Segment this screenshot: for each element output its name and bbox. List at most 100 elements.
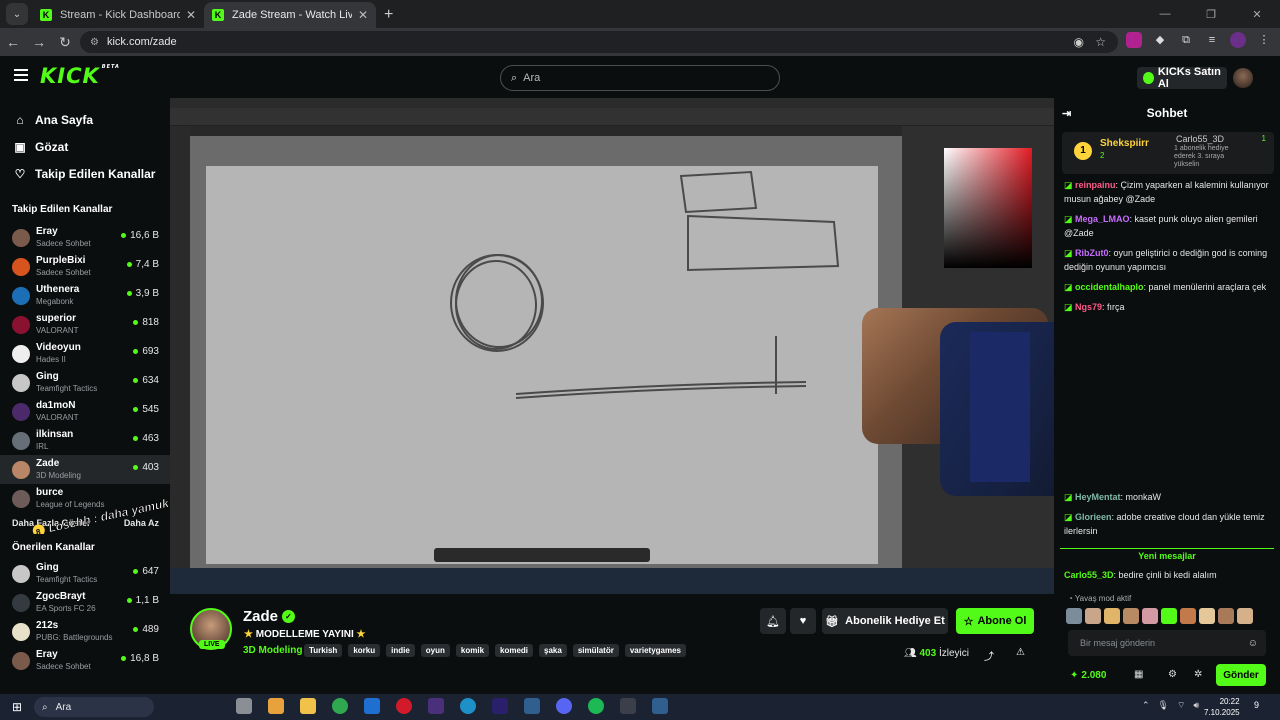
address-bar[interactable]: ⚙ kick.com/zade ◉ ☆ bbox=[80, 31, 1118, 53]
outlook-icon[interactable] bbox=[364, 698, 380, 714]
chat-username[interactable]: Glorieen bbox=[1075, 512, 1112, 522]
emote[interactable] bbox=[1199, 608, 1215, 624]
stream-tag[interactable]: varietygames bbox=[624, 644, 686, 657]
extension-icon[interactable] bbox=[1126, 32, 1142, 48]
browser-tab-dashboard[interactable]: K Stream - Kick Dashboard ✕ bbox=[32, 2, 204, 28]
channel-item[interactable]: Ging Teamfight Tactics 647 bbox=[0, 559, 170, 588]
chrome-icon[interactable] bbox=[332, 698, 348, 714]
emote[interactable] bbox=[1123, 608, 1139, 624]
discord-icon[interactable] bbox=[556, 698, 572, 714]
follow-heart-button[interactable]: ♥ bbox=[790, 608, 816, 634]
chat-username[interactable]: reinpainu bbox=[1075, 180, 1116, 190]
search-input[interactable]: ⌕ Ara bbox=[500, 65, 780, 91]
channel-item[interactable]: superior VALORANT 818 bbox=[0, 310, 170, 339]
menu-icon[interactable] bbox=[14, 69, 28, 81]
emote[interactable] bbox=[1104, 608, 1120, 624]
obs-icon[interactable] bbox=[620, 698, 636, 714]
bookmark-star-icon[interactable]: ☆ bbox=[1095, 35, 1106, 49]
extension-icon[interactable]: ◆ bbox=[1152, 32, 1168, 48]
nav-browse[interactable]: ▣ Gözat bbox=[0, 133, 170, 160]
stream-tag[interactable]: simülatör bbox=[572, 644, 619, 657]
minimize-icon[interactable]: — bbox=[1142, 0, 1188, 28]
chat-username[interactable]: occidentalhaplo bbox=[1075, 282, 1144, 292]
report-icon[interactable]: ⚠ bbox=[1016, 647, 1025, 658]
premiere-icon[interactable] bbox=[492, 698, 508, 714]
emote[interactable] bbox=[1237, 608, 1253, 624]
channel-item[interactable]: Eray Sadece Sohbet 16,6 B bbox=[0, 223, 170, 252]
close-tab-icon[interactable]: ✕ bbox=[358, 8, 368, 22]
reload-icon[interactable]: ↻ bbox=[52, 34, 78, 51]
os-search-box[interactable]: ⌕ Ara bbox=[34, 697, 154, 717]
channel-item[interactable]: da1moN VALORANT 545 bbox=[0, 397, 170, 426]
close-tab-icon[interactable]: ✕ bbox=[186, 8, 196, 22]
user-avatar[interactable] bbox=[1233, 68, 1253, 88]
gift-sub-button[interactable]: 🎁︎ Abonelik Hediye Et bbox=[822, 608, 948, 634]
system-clock[interactable]: 20:22 7.10.2025 bbox=[1204, 696, 1240, 718]
puzzle-icon[interactable]: ⧉ bbox=[1178, 32, 1194, 48]
channel-item[interactable]: Eray Sadece Sohbet 16,8 B bbox=[0, 646, 170, 675]
app-icon[interactable] bbox=[428, 698, 444, 714]
nav-home[interactable]: ⌂ Ana Sayfa bbox=[0, 106, 170, 133]
forward-icon[interactable]: → bbox=[26, 34, 52, 50]
site-info-icon[interactable]: ⚙ bbox=[90, 37, 99, 48]
spotify-icon[interactable] bbox=[588, 698, 604, 714]
emote[interactable] bbox=[1218, 608, 1234, 624]
chat-settings-icon[interactable]: ⚙ bbox=[1168, 669, 1177, 680]
stream-tag[interactable]: korku bbox=[348, 644, 381, 657]
streamer-name[interactable]: Zade ✓ bbox=[243, 608, 296, 625]
close-window-icon[interactable]: ✕ bbox=[1234, 0, 1280, 28]
steam-icon[interactable] bbox=[652, 698, 668, 714]
emote[interactable] bbox=[1161, 608, 1177, 624]
copilot-icon[interactable] bbox=[268, 698, 284, 714]
giveaway-icon[interactable]: ▦ bbox=[1134, 669, 1143, 680]
chat-username[interactable]: Ngs79 bbox=[1075, 302, 1102, 312]
emote[interactable] bbox=[1085, 608, 1101, 624]
maximize-icon[interactable]: ❐ bbox=[1188, 0, 1234, 28]
emote[interactable] bbox=[1180, 608, 1196, 624]
kick-logo[interactable]: KICK BETA bbox=[40, 64, 120, 88]
send-button[interactable]: Gönder bbox=[1216, 664, 1266, 686]
file-explorer-icon[interactable] bbox=[300, 698, 316, 714]
collapse-chat-icon[interactable]: ⇥ bbox=[1062, 107, 1071, 120]
sticker-icon[interactable]: ✲ bbox=[1194, 669, 1202, 680]
notification-bell-button[interactable]: 🔔︎ bbox=[760, 608, 786, 634]
notification-badge[interactable]: 9 bbox=[1254, 700, 1259, 710]
channel-points[interactable]: 2.080 bbox=[1081, 670, 1106, 681]
task-view-icon[interactable] bbox=[236, 698, 252, 714]
stream-tag[interactable]: komik bbox=[455, 644, 490, 657]
opera-icon[interactable] bbox=[396, 698, 412, 714]
tab-search-button[interactable]: ⌄ bbox=[6, 3, 28, 25]
volume-icon[interactable]: 🔊︎ bbox=[1193, 700, 1199, 711]
chat-message-input[interactable]: Bir mesaj gönderin ☺ bbox=[1068, 630, 1266, 656]
channel-item[interactable]: Videoyun Hades II 693 bbox=[0, 339, 170, 368]
chat-username[interactable]: RibZut0 bbox=[1075, 248, 1109, 258]
mic-icon[interactable]: 🎙︎ bbox=[1158, 700, 1169, 711]
stream-tag[interactable]: şaka bbox=[539, 644, 567, 657]
chevron-up-icon[interactable]: ⌃ bbox=[1142, 700, 1150, 711]
browser-tab-stream[interactable]: K Zade Stream - Watch Live on Ki ✕ bbox=[204, 2, 376, 28]
subscribe-button[interactable]: ☆ Abone Ol bbox=[956, 608, 1034, 634]
buy-kicks-button[interactable]: KICKs Satın Al bbox=[1137, 66, 1227, 90]
menu-dots-icon[interactable]: ⋮ bbox=[1256, 32, 1272, 48]
nav-following[interactable]: ♡ Takip Edilen Kanallar bbox=[0, 160, 170, 187]
profile-avatar[interactable] bbox=[1230, 32, 1246, 48]
channel-item[interactable]: ilkinsan IRL 463 bbox=[0, 426, 170, 455]
wifi-icon[interactable]: ⌔ bbox=[1177, 700, 1185, 711]
channel-item[interactable]: Uthenera Megabonk 3,9 B bbox=[0, 281, 170, 310]
edge-icon[interactable] bbox=[460, 698, 476, 714]
channel-item[interactable]: 212s PUBG: Battlegrounds 489 bbox=[0, 617, 170, 646]
emoji-icon[interactable]: ☺ bbox=[1248, 638, 1258, 649]
new-tab-icon[interactable]: + bbox=[384, 6, 393, 24]
stream-tag[interactable]: komedi bbox=[495, 644, 534, 657]
emote[interactable] bbox=[1142, 608, 1158, 624]
emote[interactable] bbox=[1066, 608, 1082, 624]
channel-item[interactable]: PurpleBixi Sadece Sohbet 7,4 B bbox=[0, 252, 170, 281]
chat-username[interactable]: Carlo55_3D bbox=[1064, 570, 1114, 580]
stream-category[interactable]: 3D Modeling bbox=[243, 645, 302, 656]
steam-icon[interactable] bbox=[524, 698, 540, 714]
channel-item[interactable]: ZgocBrayt EA Sports FC 26 1,1 B bbox=[0, 588, 170, 617]
windows-start-icon[interactable]: ⊞ bbox=[12, 700, 22, 714]
stream-tag[interactable]: indie bbox=[386, 644, 415, 657]
chat-username[interactable]: HeyMentat bbox=[1075, 492, 1121, 502]
channel-item[interactable]: Zade 3D Modeling 403 bbox=[0, 455, 170, 484]
